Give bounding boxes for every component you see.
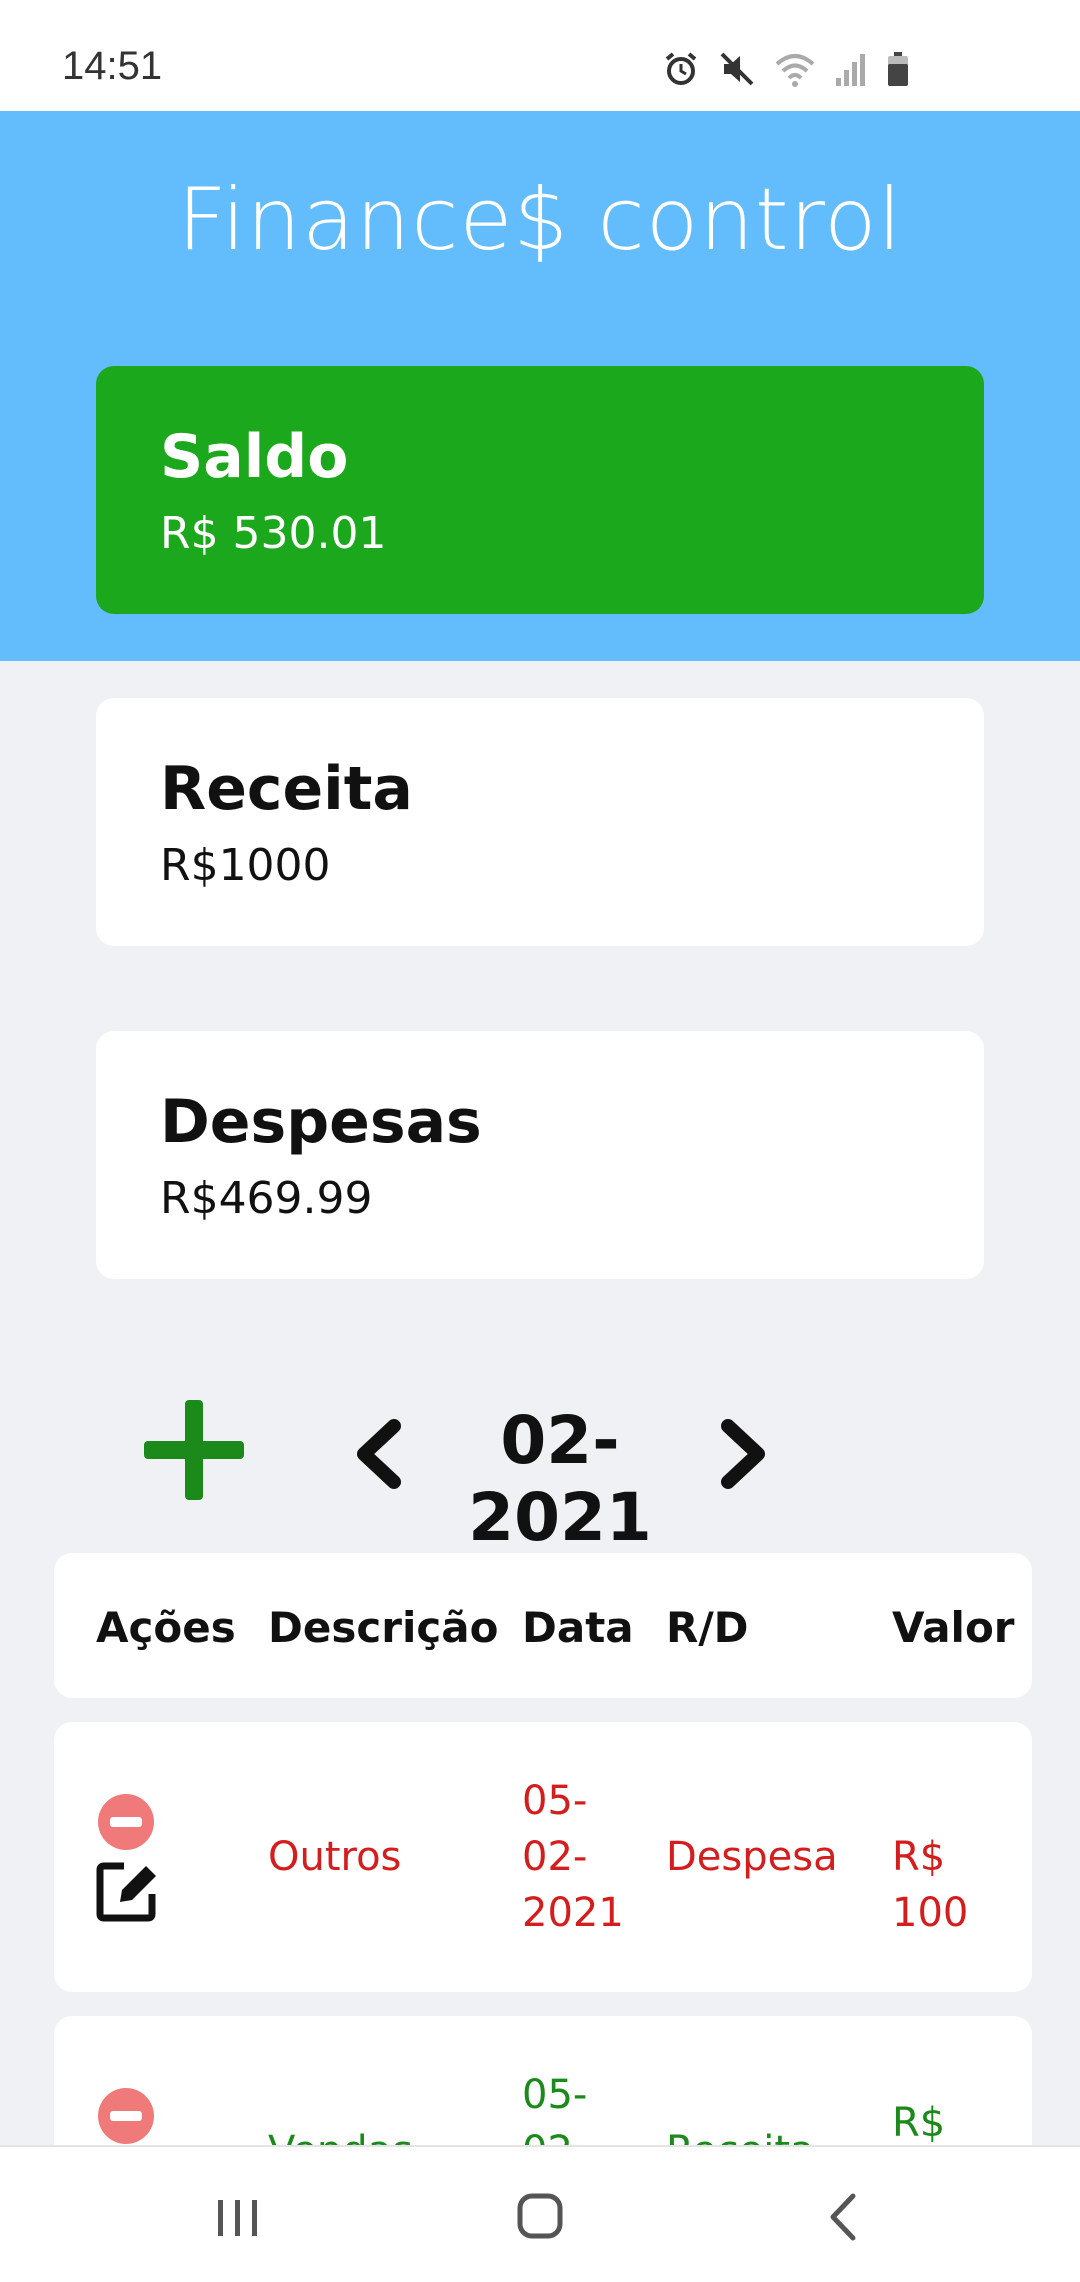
wifi-icon	[774, 50, 816, 88]
row-data-line: 2021	[522, 1890, 624, 1936]
home-button[interactable]	[500, 2182, 580, 2252]
row-data-line: 05-	[522, 2072, 588, 2118]
row-valor: R$ 100	[892, 1834, 969, 1936]
battery-icon	[886, 50, 910, 88]
status-time: 14:51	[62, 44, 163, 88]
add-transaction-button[interactable]	[144, 1400, 244, 1500]
status-icons	[662, 44, 910, 94]
row-descricao: Outros	[268, 1834, 402, 1880]
despesas-title: Despesas	[160, 1087, 482, 1157]
receita-card: Receita R$1000	[96, 698, 984, 946]
alarm-icon	[662, 50, 700, 88]
row-data-line: 05-	[522, 1778, 588, 1824]
edit-icon[interactable]	[94, 1858, 160, 1924]
plus-icon	[144, 1400, 244, 1500]
despesas-card: Despesas R$469.99	[96, 1031, 984, 1279]
month-controls: 02-2021	[0, 1380, 1080, 1556]
next-month-button[interactable]	[718, 1418, 772, 1490]
navigation-bar	[0, 2145, 1080, 2282]
header-rd: R/D	[666, 1603, 749, 1652]
remove-icon[interactable]	[98, 2088, 154, 2144]
saldo-card: Saldo R$ 530.01	[96, 366, 984, 614]
recents-button[interactable]	[198, 2182, 278, 2252]
receita-value: R$1000	[160, 840, 331, 891]
recents-icon	[218, 2200, 257, 2236]
header-acoes: Ações	[96, 1603, 236, 1652]
row-tipo: Despesa	[666, 1834, 838, 1880]
previous-month-button[interactable]	[350, 1418, 404, 1490]
remove-icon[interactable]	[98, 1794, 154, 1850]
saldo-title: Saldo	[160, 422, 349, 492]
header-valor: Valor	[892, 1603, 1015, 1652]
table-row: Outros 05- 02- 2021 Despesa R$ 100	[54, 1722, 1032, 1992]
status-bar: 14:51	[0, 0, 1080, 111]
back-icon	[830, 2193, 856, 2241]
row-data-line: 02-	[522, 1834, 588, 1880]
table-header: Ações Descrição Data R/D Valor	[54, 1553, 1032, 1698]
header-descricao: Descrição	[268, 1603, 499, 1652]
home-icon	[517, 2193, 563, 2239]
signal-icon	[834, 50, 868, 88]
header-data: Data	[522, 1603, 634, 1652]
current-month: 02-2021	[468, 1402, 652, 1556]
chevron-right-icon	[721, 1419, 765, 1489]
row-valor: R$	[892, 2100, 946, 2146]
receita-title: Receita	[160, 754, 413, 824]
chevron-left-icon	[357, 1419, 401, 1489]
app-title: Finance$ control	[177, 170, 903, 270]
back-button[interactable]	[803, 2182, 883, 2252]
mute-icon	[718, 50, 756, 88]
saldo-value: R$ 530.01	[160, 508, 387, 559]
despesas-value: R$469.99	[160, 1173, 373, 1224]
